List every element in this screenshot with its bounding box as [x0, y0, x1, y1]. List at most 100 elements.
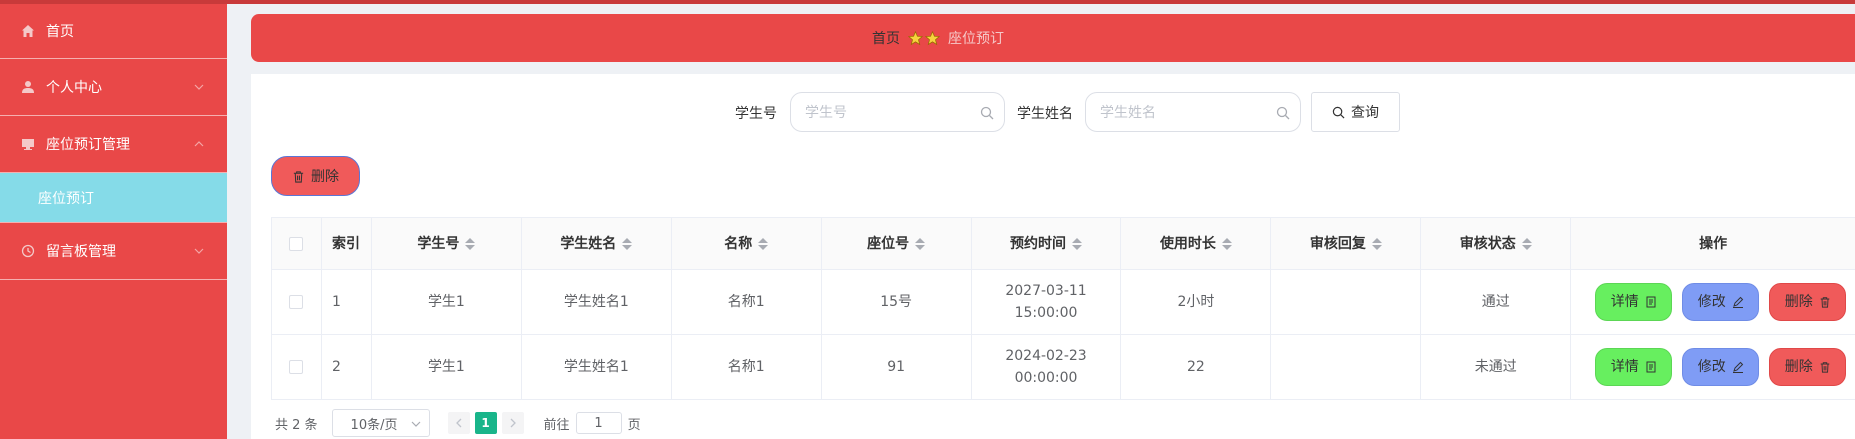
delete-button[interactable]: 删除 [1769, 283, 1847, 321]
prev-page-button[interactable] [447, 412, 470, 434]
table-row: 1 学生1 学生姓名1 名称1 15号 2027-03-11 15:00:00 … [272, 270, 1855, 335]
monitor-icon [20, 136, 36, 152]
row-select-cell [272, 270, 322, 334]
edit-icon [1732, 361, 1743, 373]
cell-review-status: 未通过 [1421, 335, 1572, 399]
breadcrumb-home[interactable]: 首页 [872, 28, 900, 48]
breadcrumb: 首页 座位预订 [251, 14, 1855, 62]
cell-booking-time: 2027-03-11 15:00:00 [972, 270, 1122, 334]
header-index: 索引 [322, 218, 372, 269]
select-all-checkbox[interactable] [289, 236, 304, 251]
goto-prefix: 前往 [543, 417, 570, 433]
edit-button[interactable]: 修改 [1682, 348, 1760, 386]
header-review-reply[interactable]: 审核回复 [1271, 218, 1422, 269]
sidebar-item-message-board-management[interactable]: 留言板管理 [0, 223, 227, 280]
user-icon [20, 79, 36, 95]
delete-button[interactable]: 删除 [1769, 348, 1847, 386]
goto-suffix: 页 [627, 417, 641, 433]
sort-icon[interactable] [1371, 237, 1382, 250]
detail-label: 详情 [1610, 359, 1639, 375]
sort-icon[interactable] [622, 237, 633, 250]
header-label: 审核回复 [1309, 235, 1366, 252]
chevron-down-icon [411, 421, 420, 427]
booking-table: 索引 学生号 学生姓名 名称 座位号 预约时间 使用时长 审核回复 审核状态 操… [271, 217, 1855, 400]
sort-icon[interactable] [1221, 237, 1232, 250]
table-header-row: 索引 学生号 学生姓名 名称 座位号 预约时间 使用时长 审核回复 审核状态 操… [272, 218, 1855, 270]
sidebar-item-home[interactable]: 首页 [0, 4, 227, 59]
detail-label: 详情 [1610, 294, 1639, 310]
sort-icon[interactable] [465, 237, 476, 250]
sidebar-item-label: 首页 [46, 24, 74, 40]
clock-icon [20, 243, 36, 259]
page-jumper: 前往 1 页 [544, 412, 641, 434]
sidebar-subitem-seat-booking[interactable]: 座位预订 [0, 173, 227, 223]
trash-icon [1820, 362, 1829, 373]
pagination-total: 共 2 条 [275, 417, 318, 433]
query-button[interactable]: 查询 [1311, 92, 1400, 132]
page-size-select[interactable]: 10条/页 [331, 409, 430, 437]
sidebar-item-seat-booking-management[interactable]: 座位预订管理 [0, 116, 227, 173]
breadcrumb-separator [908, 30, 940, 46]
edit-button[interactable]: 修改 [1682, 283, 1760, 321]
cell-seat-no: 15号 [822, 270, 972, 334]
sidebar: 首页 个人中心 座位预订管理 座位预订 留言板管理 [0, 0, 227, 439]
search-icon [1276, 106, 1290, 120]
header-label: 学生姓名 [560, 235, 617, 252]
student-no-input[interactable]: 学生号 [790, 92, 1005, 132]
edit-label: 修改 [1697, 359, 1726, 375]
sidebar-item-personal-center[interactable]: 个人中心 [0, 59, 227, 116]
cell-duration: 22 [1121, 335, 1272, 399]
row-checkbox[interactable] [289, 295, 304, 309]
sidebar-item-label: 留言板管理 [46, 244, 116, 260]
header-label: 预约时间 [1010, 235, 1067, 252]
query-button-label: 查询 [1351, 105, 1379, 121]
sidebar-item-label: 个人中心 [46, 80, 102, 96]
document-icon [1646, 361, 1656, 373]
goto-page-input[interactable]: 1 [575, 412, 622, 434]
sort-icon[interactable] [758, 237, 769, 250]
cell-name: 名称1 [672, 270, 822, 334]
trash-icon [293, 170, 304, 183]
table-row: 2 学生1 学生姓名1 名称1 91 2024-02-23 00:00:00 2… [272, 335, 1855, 400]
row-select-cell [272, 335, 322, 399]
header-student-no[interactable]: 学生号 [372, 218, 522, 269]
delete-label: 删除 [1784, 294, 1813, 310]
star-icon [908, 30, 923, 45]
header-booking-time[interactable]: 预约时间 [972, 218, 1122, 269]
chevron-left-icon [455, 418, 462, 428]
sort-icon[interactable] [1072, 237, 1083, 250]
cell-student-name: 学生姓名1 [522, 270, 672, 334]
header-actions: 操作 [1699, 235, 1728, 252]
header-label: 审核状态 [1459, 235, 1516, 252]
header-review-status[interactable]: 审核状态 [1421, 218, 1572, 269]
sort-icon[interactable] [1521, 237, 1532, 250]
cell-review-status: 通过 [1421, 270, 1572, 334]
next-page-button[interactable] [501, 412, 524, 434]
header-name[interactable]: 名称 [672, 218, 822, 269]
edit-icon [1732, 296, 1743, 308]
page-size-value: 10条/页 [350, 417, 398, 433]
student-no-placeholder: 学生号 [805, 105, 847, 121]
sort-icon[interactable] [915, 237, 926, 250]
batch-delete-button[interactable]: 删除 [271, 156, 360, 196]
edit-label: 修改 [1697, 294, 1726, 310]
header-duration[interactable]: 使用时长 [1121, 218, 1272, 269]
cell-actions: 详情 修改 删除 [1571, 335, 1855, 399]
header-seat-no[interactable]: 座位号 [822, 218, 972, 269]
student-name-placeholder: 学生姓名 [1100, 105, 1156, 121]
search-icon [1332, 106, 1345, 118]
page-number-current[interactable]: 1 [474, 412, 497, 434]
breadcrumb-current: 座位预订 [948, 31, 1004, 47]
cell-review-reply [1271, 270, 1422, 334]
student-name-input[interactable]: 学生姓名 [1085, 92, 1301, 132]
batch-delete-label: 删除 [311, 169, 339, 185]
detail-button[interactable]: 详情 [1595, 348, 1673, 386]
row-checkbox[interactable] [289, 360, 304, 374]
select-all-cell [272, 218, 322, 269]
search-icon [980, 106, 994, 120]
detail-button[interactable]: 详情 [1595, 283, 1673, 321]
document-icon [1646, 296, 1656, 308]
header-label: 使用时长 [1159, 235, 1216, 252]
header-student-name[interactable]: 学生姓名 [522, 218, 672, 269]
cell-index: 1 [322, 270, 372, 334]
